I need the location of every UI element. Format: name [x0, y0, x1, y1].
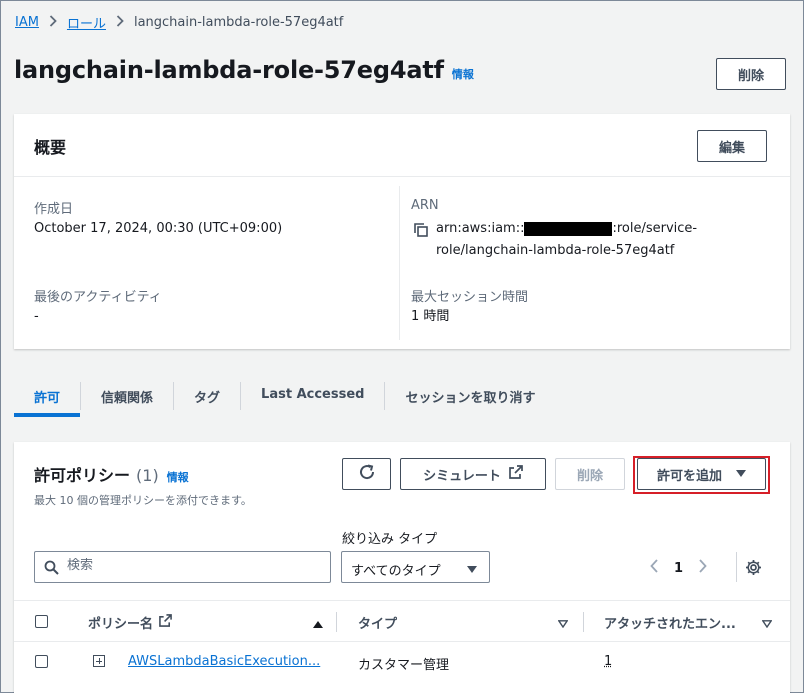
- type-filter-value: すべてのタイプ: [351, 564, 441, 579]
- chevron-left-icon[interactable]: [650, 559, 658, 577]
- summary-header: 概要: [14, 114, 790, 177]
- tab-bar: 許可 信頼関係 タグ Last Accessed セッションを取り消す: [14, 377, 556, 417]
- delete-role-button[interactable]: 削除: [716, 58, 786, 90]
- table-row: AWSLambdaBasicExecution... カスタマー管理 1: [14, 642, 790, 684]
- row-checkbox[interactable]: [35, 655, 48, 668]
- arn-line2: role/langchain-lambda-role-57eg4atf: [436, 243, 675, 258]
- last-activity-label: 最後のアクティビティ: [34, 290, 162, 305]
- page-title: langchain-lambda-role-57eg4atf: [14, 56, 444, 84]
- filter-type-label: 絞り込み タイプ: [342, 532, 438, 547]
- policy-name-link[interactable]: AWSLambdaBasicExecution...: [128, 654, 320, 669]
- max-session-value: 1 時間: [411, 309, 450, 324]
- attached-entities-count[interactable]: 1: [604, 654, 612, 669]
- sort-icon[interactable]: [761, 617, 773, 632]
- edit-button[interactable]: 編集: [697, 130, 767, 162]
- breadcrumb-current: langchain-lambda-role-57eg4atf: [133, 15, 344, 30]
- column-header-type[interactable]: タイプ: [358, 613, 397, 632]
- gear-icon[interactable]: [745, 559, 762, 580]
- summary-panel: 概要 編集 作成日 October 17, 2024, 00:30 (UTC+0…: [14, 114, 790, 349]
- policies-title: 許可ポリシー: [34, 466, 131, 485]
- arn-label: ARN: [411, 198, 439, 213]
- tab-trust-relationships[interactable]: 信頼関係: [81, 377, 173, 417]
- info-link[interactable]: 情報: [452, 66, 474, 82]
- sort-ascending-icon[interactable]: [313, 617, 323, 632]
- policies-header: 許可ポリシー (1) 情報: [34, 462, 189, 486]
- breadcrumb-roles-link[interactable]: ロール: [67, 13, 106, 32]
- policy-type: カスタマー管理: [358, 658, 450, 673]
- highlight-box: [633, 456, 770, 494]
- caret-down-icon: [467, 563, 477, 578]
- created-value: October 17, 2024, 00:30 (UTC+09:00): [34, 221, 283, 236]
- column-header-attached-entities[interactable]: アタッチされたエン...: [604, 613, 736, 632]
- arn-value: arn:aws:iam:::role/service- role/langcha…: [436, 218, 736, 262]
- external-link-icon: [509, 465, 523, 483]
- expand-row-icon[interactable]: [93, 655, 105, 667]
- refresh-icon: [358, 463, 376, 485]
- tab-tags[interactable]: タグ: [174, 377, 240, 417]
- summary-title: 概要: [34, 138, 67, 157]
- max-session-label: 最大セッション時間: [411, 290, 529, 305]
- breadcrumb-iam-link[interactable]: IAM: [15, 15, 39, 30]
- tab-permissions[interactable]: 許可: [14, 377, 81, 417]
- simulate-label: シミュレート: [423, 468, 501, 484]
- breadcrumb: IAM ロール langchain-lambda-role-57eg4atf: [15, 13, 343, 32]
- policies-count: (1): [136, 466, 159, 485]
- arn-prefix: arn:aws:iam::: [436, 221, 525, 236]
- pagination: 1: [650, 559, 707, 577]
- created-label: 作成日: [34, 202, 74, 217]
- copy-icon[interactable]: [413, 222, 429, 242]
- detach-button[interactable]: 削除: [555, 458, 625, 490]
- refresh-button[interactable]: [342, 458, 391, 490]
- column-divider: [583, 612, 584, 632]
- tab-last-accessed[interactable]: Last Accessed: [241, 377, 384, 417]
- external-link-icon: [159, 614, 172, 631]
- search-input[interactable]: [67, 558, 317, 573]
- chevron-right-icon: [49, 14, 57, 31]
- divider: [399, 186, 400, 340]
- column-policy-name-label: ポリシー名: [88, 617, 154, 632]
- table-header: ポリシー名 タイプ アタッチされたエン...: [14, 600, 790, 642]
- sort-icon[interactable]: [557, 617, 569, 632]
- arn-suffix: :role/service-: [612, 221, 698, 236]
- column-header-policy-name[interactable]: ポリシー名: [88, 613, 172, 632]
- chevron-right-icon[interactable]: [699, 559, 707, 577]
- page-header: langchain-lambda-role-57eg4atf 情報: [14, 56, 474, 84]
- page-number[interactable]: 1: [674, 561, 683, 576]
- search-field[interactable]: [34, 551, 331, 583]
- pager-divider: [736, 552, 737, 582]
- chevron-right-icon: [116, 14, 124, 31]
- policies-description: 最大 10 個の管理ポリシーを添付できます。: [34, 494, 252, 507]
- type-filter-select[interactable]: すべてのタイプ: [341, 551, 490, 583]
- last-activity-value: -: [34, 309, 39, 324]
- column-divider: [336, 612, 337, 632]
- simulate-button[interactable]: シミュレート: [400, 458, 546, 490]
- select-all-checkbox[interactable]: [35, 615, 48, 628]
- policies-info-link[interactable]: 情報: [167, 469, 189, 485]
- redacted-account-id: [524, 221, 613, 236]
- tab-revoke-sessions[interactable]: セッションを取り消す: [385, 377, 555, 417]
- search-icon: [44, 560, 59, 579]
